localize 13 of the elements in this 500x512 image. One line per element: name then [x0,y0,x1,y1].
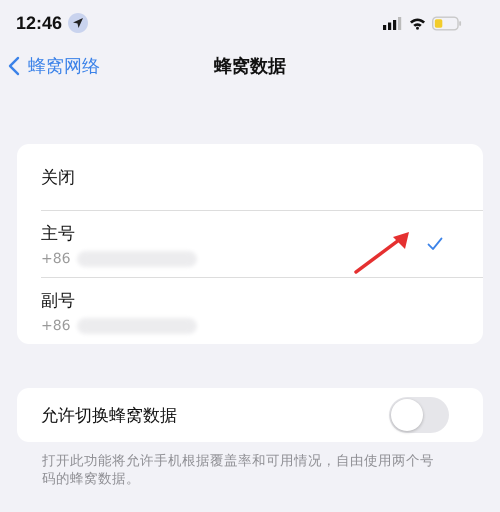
wifi-icon [409,16,426,30]
signal-icon [383,16,403,30]
status-time: 12:46 [16,12,62,34]
sim-option[interactable]: 副号 +86 [17,278,483,344]
sim-option[interactable]: 关闭 [17,144,483,210]
battery-icon [432,16,462,30]
location-icon [68,13,88,33]
chevron-left-icon [8,56,20,76]
footnote-text: 打开此功能将允许手机根据覆盖率和可用情况，自由使用两个号码的蜂窝数据。 [41,452,435,488]
sim-option[interactable]: 主号 +86 [17,211,483,277]
setting-label: 允许切换蜂窝数据 [41,404,177,426]
toggle-switch[interactable] [389,397,449,433]
page-title: 蜂窝数据 [214,55,286,78]
